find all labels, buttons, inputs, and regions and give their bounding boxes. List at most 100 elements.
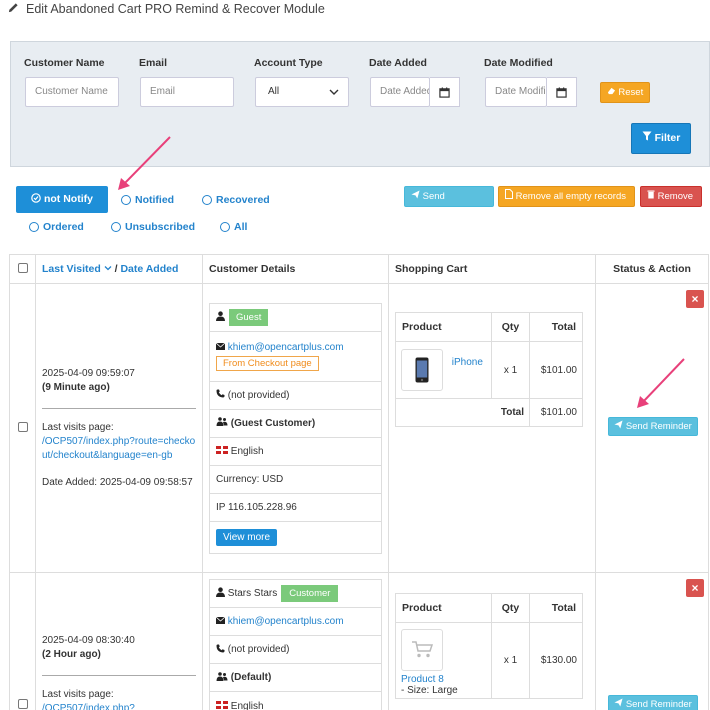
table-header-row: Last Visited / Date Added Customer Detai…	[9, 254, 709, 284]
view-more-button[interactable]: View more	[216, 528, 278, 546]
customer-name-row: Stars Stars Customer	[210, 580, 381, 608]
email-label: Email	[139, 57, 168, 69]
date-modified-input[interactable]: Date Modified	[485, 77, 547, 107]
table-row: 2025-04-09 08:30:40 (2 Hour ago) Last vi…	[9, 572, 709, 710]
cart-total-value: $101.00	[529, 398, 583, 427]
cart-col-total: Total	[529, 312, 583, 342]
status-action: × Send Reminder	[595, 283, 709, 573]
not-notify-label: not Notify	[43, 193, 93, 205]
col-visited: Last Visited / Date Added	[35, 254, 203, 284]
page-title: Edit Abandoned Cart PRO Remind & Recover…	[26, 2, 325, 16]
customer-language: English	[230, 700, 264, 710]
last-page-label: Last visits page:	[42, 689, 114, 700]
cart-item: iPhone	[395, 341, 492, 399]
date-added-info: Date Added: 2025-04-09 09:58:57	[42, 476, 193, 488]
col-status: Status & Action	[595, 254, 709, 284]
delete-row-button[interactable]: ×	[686, 290, 704, 308]
last-page-link[interactable]: /OCP507/index.php?route=checkout/checkou…	[42, 435, 196, 463]
radio-recovered[interactable]: Recovered	[202, 194, 270, 206]
filter-button[interactable]: Filter	[631, 123, 691, 154]
send-reminder-row-button[interactable]: Send Reminder	[608, 695, 698, 710]
radio-circle	[220, 222, 230, 232]
product-image[interactable]	[401, 349, 443, 391]
sort-date-added[interactable]: Date Added	[120, 263, 178, 275]
radio-notified[interactable]: Notified	[121, 194, 174, 206]
date-added-input[interactable]: Date Added	[370, 77, 430, 107]
pencil-icon	[8, 2, 20, 16]
product-name[interactable]: Product 8	[401, 674, 486, 685]
not-notify-button[interactable]: not Notify	[16, 186, 108, 213]
cart-header-row: Product Qty Total	[395, 593, 583, 623]
send-reminder-row-button[interactable]: Send Reminder	[608, 417, 698, 436]
email-input[interactable]: Email	[140, 77, 234, 107]
radio-all[interactable]: All	[220, 221, 247, 233]
delete-row-button[interactable]: ×	[686, 579, 704, 597]
phone-icon	[216, 644, 225, 656]
cart-col-qty: Qty	[491, 312, 530, 342]
customer-language-row: English	[210, 692, 381, 710]
cart-item: Product 8 - Size: Large	[395, 622, 492, 699]
divider	[42, 407, 196, 409]
page-header: Edit Abandoned Cart PRO Remind & Recover…	[0, 0, 710, 22]
customer-name-input[interactable]: Customer Name	[25, 77, 119, 107]
radio-circle	[121, 195, 131, 205]
reset-button[interactable]: Reset	[600, 82, 650, 103]
last-page-label: Last visits page:	[42, 421, 114, 433]
customer-name-row: Guest	[210, 304, 381, 332]
abandoned-cart-table: Last Visited / Date Added Customer Detai…	[9, 254, 709, 710]
customer-box: Stars Stars Customer khiem@opencartplus.…	[209, 579, 382, 710]
cart-item-row: iPhone x 1 $101.00	[395, 341, 583, 399]
cart-total-row: Total $101.00	[395, 398, 583, 427]
paper-plane-icon	[411, 190, 420, 202]
account-type-select[interactable]: All	[255, 77, 349, 107]
visit-date: 2025-04-09 08:30:40	[42, 635, 135, 646]
row-checkbox[interactable]	[17, 421, 28, 432]
customer-phone-row: (not provided)	[210, 382, 381, 410]
date-modified-label: Date Modified	[484, 57, 553, 69]
radio-label: All	[234, 221, 248, 233]
row-checkbox[interactable]	[17, 699, 28, 709]
product-name[interactable]: iPhone	[452, 357, 483, 368]
radio-label: Unsubscribed	[125, 221, 196, 233]
radio-label: Recovered	[216, 194, 270, 206]
remove-empty-label: Remove all empty records	[515, 191, 626, 202]
source-badge: From Checkout page	[216, 355, 319, 371]
chevron-down-icon	[329, 78, 339, 118]
visit-ago: (2 Hour ago)	[42, 649, 101, 660]
sort-chevron-icon	[104, 263, 112, 275]
radio-ordered[interactable]: Ordered	[29, 221, 84, 233]
cart-price: $101.00	[529, 341, 583, 399]
product-image[interactable]	[401, 629, 443, 671]
users-icon	[216, 671, 228, 684]
calendar-icon[interactable]	[430, 77, 460, 107]
envelope-icon	[215, 616, 226, 627]
filter-label: Filter	[654, 132, 681, 144]
last-page-link[interactable]: /OCP507/index.php?	[42, 702, 196, 710]
eraser-icon	[607, 87, 619, 98]
calendar-icon[interactable]	[547, 77, 577, 107]
envelope-icon	[215, 342, 226, 353]
radio-label: Ordered	[43, 221, 84, 233]
remove-label: Remove	[657, 191, 694, 202]
date-added-label: Date Added	[369, 57, 427, 69]
customer-name: Stars Stars	[227, 588, 278, 599]
users-icon	[216, 417, 228, 429]
cart-price: $130.00	[529, 622, 583, 699]
flag-uk-icon	[216, 445, 228, 457]
customer-box: Guest khiem@opencartplus.com From Checko…	[209, 302, 382, 554]
customer-email-row: khiem@opencartplus.com	[210, 608, 381, 636]
sort-last-visited[interactable]: Last Visited	[42, 263, 101, 275]
send-reminder-button[interactable]: Send Reminder	[404, 186, 494, 221]
customer-email[interactable]: khiem@opencartplus.com	[228, 616, 344, 627]
customer-ip: IP 116.105.228.96	[216, 501, 297, 513]
radio-unsubscribed[interactable]: Unsubscribed	[111, 221, 195, 233]
remove-button[interactable]: Remove	[640, 186, 702, 207]
status-wrapper: × Send Reminder	[596, 284, 708, 572]
customer-phone: (not provided)	[227, 389, 290, 401]
customer-email[interactable]: khiem@opencartplus.com	[228, 342, 344, 353]
col-cart: Shopping Cart	[388, 254, 596, 284]
customer-currency-row: Currency: USD	[210, 466, 381, 494]
select-all-checkbox[interactable]	[17, 262, 28, 273]
cart-qty: x 1	[491, 341, 530, 399]
remove-empty-button[interactable]: Remove all empty records	[498, 186, 635, 207]
